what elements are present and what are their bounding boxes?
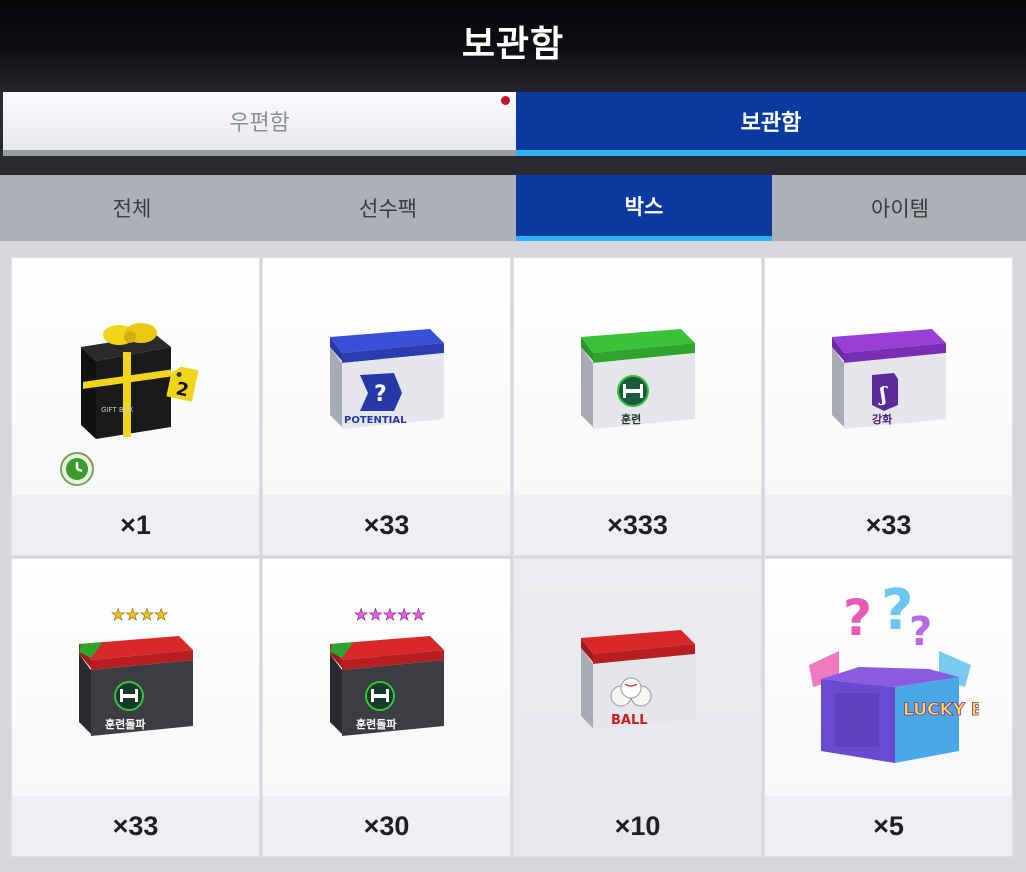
gift-box-label: GIFT BOX — [101, 406, 134, 414]
page-title: 보관함 — [461, 24, 565, 65]
tab-all-label: 전체 — [112, 197, 152, 221]
clock-icon — [60, 452, 94, 486]
main-tab-bar: 우편함 보관함 — [0, 92, 1026, 162]
training-box-icon: 훈련 — [514, 258, 761, 496]
item-count: ×30 — [263, 796, 510, 856]
enhance-box-icon: ʃ 강화 — [765, 258, 1012, 496]
tab-box[interactable]: 박스 — [516, 175, 772, 241]
page-header: 보관함 — [0, 0, 1026, 92]
item-count: ×33 — [765, 495, 1012, 555]
tab-player-pack[interactable]: 선수팩 — [260, 175, 516, 241]
tab-all[interactable]: 전체 — [4, 175, 260, 241]
gift-box-icon: GIFT BOX 2 — [12, 258, 259, 496]
item-grid: GIFT BOX 2 ×1 ? POTENTIAL ×33 훈련 ×333 ʃ … — [11, 257, 1014, 857]
tab-storage-label: 보관함 — [740, 111, 802, 136]
tab-mailbox[interactable]: 우편함 — [3, 92, 516, 156]
item-cell-training-box[interactable]: 훈련 ×333 — [513, 257, 762, 556]
breakthrough-box-label: 훈련돌파 — [356, 717, 397, 731]
enhance-box-label: 강화 — [872, 412, 892, 426]
item-count: ×33 — [263, 495, 510, 555]
item-cell-gift-box[interactable]: GIFT BOX 2 ×1 — [11, 257, 260, 556]
ball-box-icon: BALL — [514, 559, 761, 797]
item-count: ×333 — [514, 495, 761, 555]
svg-text:?: ? — [374, 382, 387, 407]
tab-mailbox-label: 우편함 — [229, 111, 290, 136]
training-breakthrough-box-5star-icon: ★★★★★ 훈련돌파 — [263, 559, 510, 797]
notification-dot — [501, 96, 510, 105]
svg-text:ʃ: ʃ — [878, 382, 888, 406]
svg-text:?: ? — [843, 589, 872, 647]
lucky-box-label: LUCKY BOX — [903, 700, 979, 720]
tab-item[interactable]: 아이템 — [772, 175, 1026, 241]
svg-text:?: ? — [909, 609, 932, 655]
potential-box-icon: ? POTENTIAL — [263, 258, 510, 496]
tab-box-label: 박스 — [624, 194, 664, 219]
item-cell-enhance-box[interactable]: ʃ 강화 ×33 — [764, 257, 1013, 556]
item-cell-ball-box[interactable]: BALL ×10 — [513, 558, 762, 857]
training-box-label: 훈련 — [621, 412, 641, 426]
item-count: ×1 — [12, 495, 259, 555]
item-count: ×5 — [765, 796, 1012, 856]
breakthrough-box-label: 훈련돌파 — [105, 717, 146, 731]
star-rating: ★★★★★ — [354, 605, 426, 624]
training-breakthrough-box-4star-icon: ★★★★ 훈련돌파 — [12, 559, 259, 797]
tab-storage[interactable]: 보관함 — [516, 92, 1026, 156]
star-rating: ★★★★ — [111, 605, 168, 624]
tab-player-pack-label: 선수팩 — [359, 197, 417, 221]
category-tab-bar: 전체 선수팩 박스 아이템 — [0, 175, 1026, 241]
lucky-box-icon: ? ? ? LUCKY BOX — [765, 559, 1012, 797]
ball-box-label: BALL — [611, 713, 648, 728]
item-cell-breakthrough-4star[interactable]: ★★★★ 훈련돌파 ×33 — [11, 558, 260, 857]
item-cell-lucky-box[interactable]: ? ? ? LUCKY BOX ×5 — [764, 558, 1013, 857]
item-count: ×10 — [514, 796, 761, 856]
item-count: ×33 — [12, 796, 259, 856]
tab-item-label: 아이템 — [871, 197, 929, 221]
item-cell-breakthrough-5star[interactable]: ★★★★★ 훈련돌파 ×30 — [262, 558, 511, 857]
potential-box-label: POTENTIAL — [344, 415, 407, 426]
item-cell-potential-box[interactable]: ? POTENTIAL ×33 — [262, 257, 511, 556]
